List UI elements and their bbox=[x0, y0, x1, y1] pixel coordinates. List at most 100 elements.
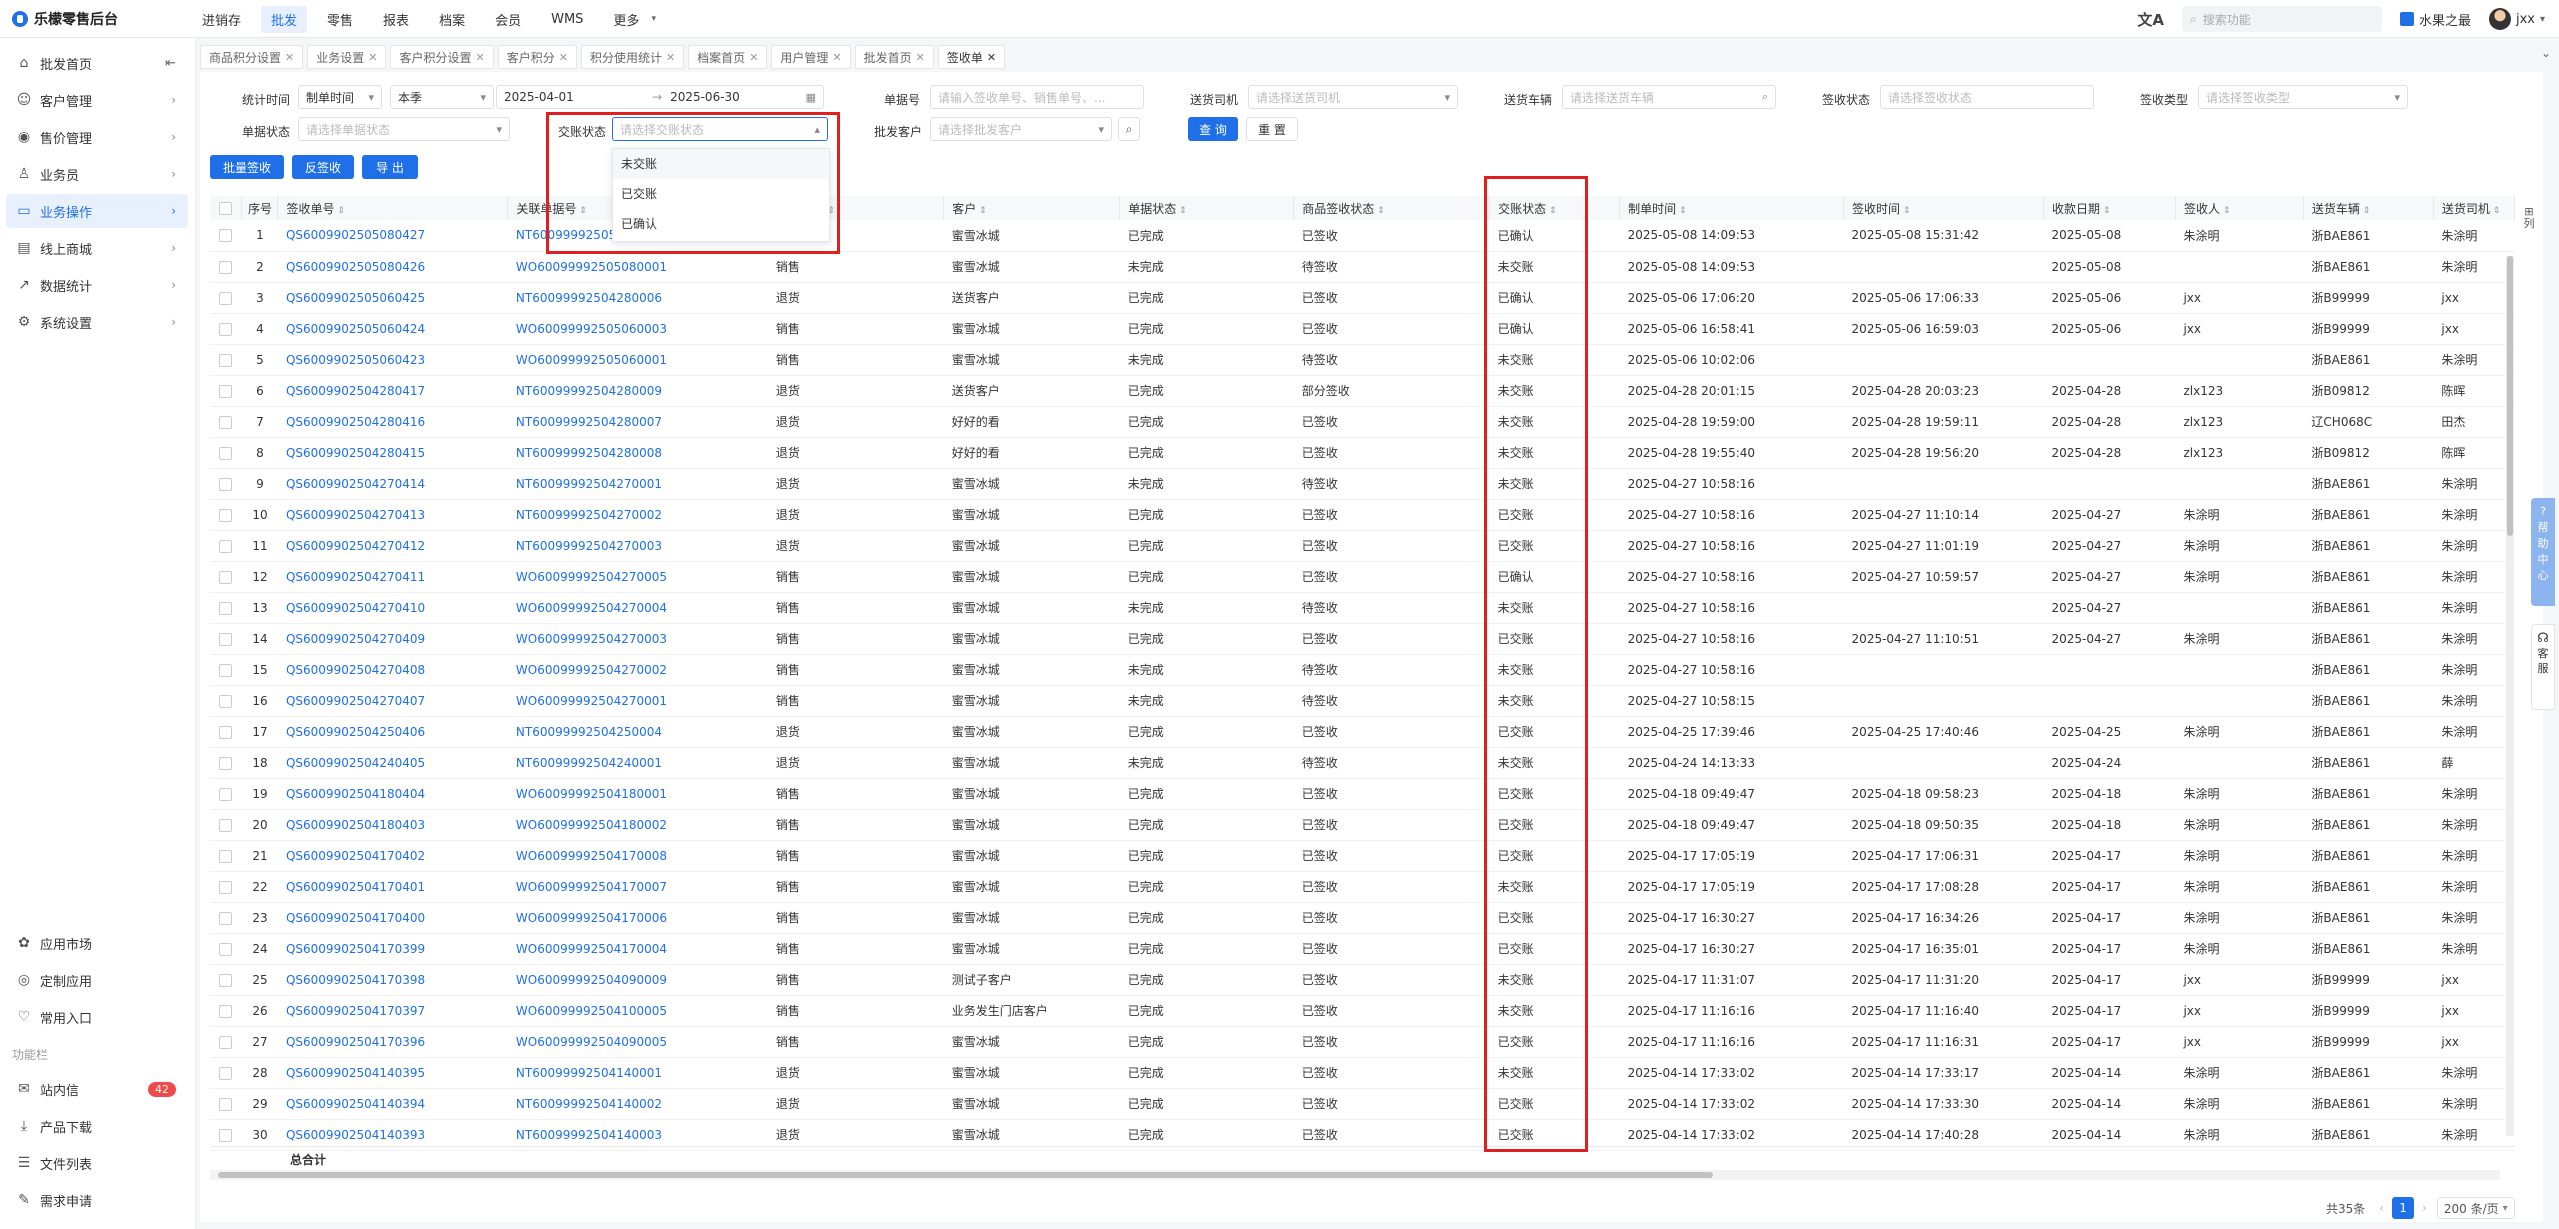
checkbox[interactable] bbox=[219, 663, 233, 677]
scroll-thumb[interactable] bbox=[218, 1172, 1713, 1178]
app-logo[interactable]: 乐檬零售后台 bbox=[12, 9, 118, 29]
doc-link[interactable]: QS6009902504280416 bbox=[277, 406, 508, 438]
sidebar-func-item[interactable]: ⤓ 产品下载 bbox=[6, 1109, 188, 1143]
column-header[interactable]: 签收时间 ⇕ bbox=[1843, 196, 2044, 220]
doc-link[interactable]: QS6009902504270411 bbox=[277, 561, 508, 593]
sidebar-item[interactable]: ⚙ 系统设置 › bbox=[6, 305, 188, 339]
checkbox[interactable] bbox=[219, 911, 233, 925]
sign-type-select[interactable]: 请选择签收类型 ▾ bbox=[2198, 85, 2408, 109]
checkbox[interactable] bbox=[219, 725, 233, 739]
horizontal-scrollbar[interactable] bbox=[210, 1170, 2500, 1180]
close-icon[interactable]: ✕ bbox=[368, 51, 377, 64]
doc-link[interactable]: WO60099992504170006 bbox=[507, 902, 768, 934]
doc-link[interactable]: QS6009902504170401 bbox=[277, 871, 508, 903]
doc-link[interactable]: QS6009902504170399 bbox=[277, 933, 508, 965]
sidebar-app-item[interactable]: ◎ 定制应用 bbox=[6, 963, 188, 997]
sort-icon[interactable]: ⇕ bbox=[1676, 206, 1687, 216]
tab-item[interactable]: 批发首页 ✕ bbox=[854, 45, 934, 69]
doc-link[interactable]: QS6009902504270408 bbox=[277, 654, 508, 686]
row-checkbox-cell[interactable] bbox=[210, 313, 242, 345]
row-checkbox-cell[interactable] bbox=[210, 716, 242, 748]
doc-link[interactable]: QS6009902504180403 bbox=[277, 809, 508, 841]
checkbox[interactable] bbox=[219, 601, 233, 615]
row-checkbox-cell[interactable] bbox=[210, 1026, 242, 1058]
sort-icon[interactable]: ⇕ bbox=[2490, 206, 2501, 216]
sidebar-item[interactable]: ↗ 数据统计 › bbox=[6, 268, 188, 302]
sidebar-item[interactable]: ♙ 业务员 › bbox=[6, 157, 188, 191]
query-button[interactable]: 查 询 bbox=[1188, 117, 1238, 141]
doc-link[interactable]: NT60099992504250004 bbox=[507, 716, 768, 748]
close-icon[interactable]: ✕ bbox=[832, 51, 841, 64]
sort-icon[interactable]: ⇕ bbox=[1546, 206, 1557, 216]
checkbox[interactable] bbox=[219, 1097, 233, 1111]
tab-item[interactable]: 档案首页 ✕ bbox=[688, 45, 768, 69]
batch-sign-button[interactable]: 批量签收 bbox=[210, 155, 284, 179]
sort-icon[interactable]: ⇕ bbox=[2220, 206, 2231, 216]
row-checkbox-cell[interactable] bbox=[210, 1088, 242, 1120]
doc-link[interactable]: NT60099992504280009 bbox=[507, 375, 768, 407]
doc-link[interactable]: QS6009902505080426 bbox=[277, 251, 508, 283]
store-switcher[interactable]: 水果之最 bbox=[2399, 10, 2471, 29]
row-checkbox-cell[interactable] bbox=[210, 964, 242, 996]
checkbox[interactable] bbox=[219, 202, 233, 215]
row-checkbox-cell[interactable] bbox=[210, 375, 242, 407]
row-checkbox-cell[interactable] bbox=[210, 344, 242, 376]
row-checkbox-cell[interactable] bbox=[210, 499, 242, 531]
doc-link[interactable]: QS6009902504250406 bbox=[277, 716, 508, 748]
close-icon[interactable]: ✕ bbox=[666, 51, 675, 64]
checkbox[interactable] bbox=[219, 1004, 233, 1018]
sort-icon[interactable]: ⇕ bbox=[2100, 206, 2111, 216]
row-checkbox-cell[interactable] bbox=[210, 623, 242, 655]
sort-icon[interactable]: ⇕ bbox=[1176, 206, 1187, 216]
doc-link[interactable]: QS6009902504170397 bbox=[277, 995, 508, 1027]
doc-link[interactable]: QS6009902504170402 bbox=[277, 840, 508, 872]
row-checkbox-cell[interactable] bbox=[210, 468, 242, 500]
sidebar-item[interactable]: ⌂ 批发首页 ⇤ bbox=[6, 46, 188, 80]
checkbox[interactable] bbox=[219, 384, 233, 398]
checkbox[interactable] bbox=[219, 942, 233, 956]
tab-item[interactable]: 客户积分 ✕ bbox=[497, 45, 577, 69]
doc-link[interactable]: QS6009902504170396 bbox=[277, 1026, 508, 1058]
doc-link[interactable]: QS6009902504270414 bbox=[277, 468, 508, 500]
checkbox[interactable] bbox=[219, 1128, 233, 1142]
page-size-select[interactable]: 200 条/页 ▾ bbox=[2436, 1197, 2515, 1219]
doc-link[interactable]: NT60099992504240001 bbox=[507, 747, 768, 779]
doc-link[interactable]: NT60099992504280008 bbox=[507, 437, 768, 469]
column-header[interactable]: 送货司机 ⇕ bbox=[2433, 196, 2515, 220]
sort-icon[interactable]: ⇕ bbox=[1374, 206, 1385, 216]
sort-icon[interactable]: ⇕ bbox=[976, 206, 987, 216]
row-checkbox-cell[interactable] bbox=[210, 530, 242, 562]
checkbox[interactable] bbox=[219, 539, 233, 553]
checkbox[interactable] bbox=[219, 353, 233, 367]
topnav-item[interactable]: 档案 bbox=[429, 6, 475, 33]
column-header[interactable]: 单据状态 ⇕ bbox=[1119, 196, 1295, 220]
prev-page-icon[interactable]: ‹ bbox=[2379, 1201, 2384, 1215]
column-header[interactable]: 制单时间 ⇕ bbox=[1619, 196, 1845, 220]
doc-link[interactable]: QS6009902505060424 bbox=[277, 313, 508, 345]
doc-link[interactable]: WO60099992504100005 bbox=[507, 995, 768, 1027]
doc-link[interactable]: QS6009902505080427 bbox=[277, 220, 508, 252]
user-menu[interactable]: jxx ▾ bbox=[2488, 8, 2545, 30]
doc-link[interactable]: QS6009902504180404 bbox=[277, 778, 508, 810]
topnav-item[interactable]: 报表 bbox=[373, 6, 419, 33]
row-checkbox-cell[interactable] bbox=[210, 561, 242, 593]
column-header[interactable]: 签收人 ⇕ bbox=[2175, 196, 2304, 220]
customer-search-button[interactable]: ⌕ bbox=[1118, 117, 1140, 141]
reset-button[interactable]: 重 置 bbox=[1246, 117, 1298, 141]
export-button[interactable]: 导 出 bbox=[362, 155, 418, 179]
wholesale-customer-select[interactable]: 请选择批发客户 ▾ bbox=[930, 117, 1112, 141]
column-header[interactable]: 客户 ⇕ bbox=[943, 196, 1121, 220]
tab-item[interactable]: 用户管理 ✕ bbox=[771, 45, 851, 69]
doc-status-select[interactable]: 请选择单据状态 ▾ bbox=[298, 117, 510, 141]
stat-time-type-select[interactable]: 制单时间 ▾ bbox=[298, 85, 382, 109]
topnav-item[interactable]: 进销存 bbox=[192, 6, 251, 33]
row-checkbox-cell[interactable] bbox=[210, 592, 242, 624]
checkbox[interactable] bbox=[219, 508, 233, 522]
doc-link[interactable]: WO60099992504270002 bbox=[507, 654, 768, 686]
row-checkbox-cell[interactable] bbox=[210, 437, 242, 469]
vehicle-select[interactable]: 请选择送货车辆 ⌕ bbox=[1562, 85, 1776, 109]
checkbox[interactable] bbox=[219, 260, 233, 274]
sidebar-func-item[interactable]: ✎ 需求申请 bbox=[6, 1183, 188, 1217]
topnav-item[interactable]: WMS bbox=[541, 8, 593, 31]
column-setting-button[interactable]: ⊞ 列 bbox=[2522, 206, 2536, 230]
